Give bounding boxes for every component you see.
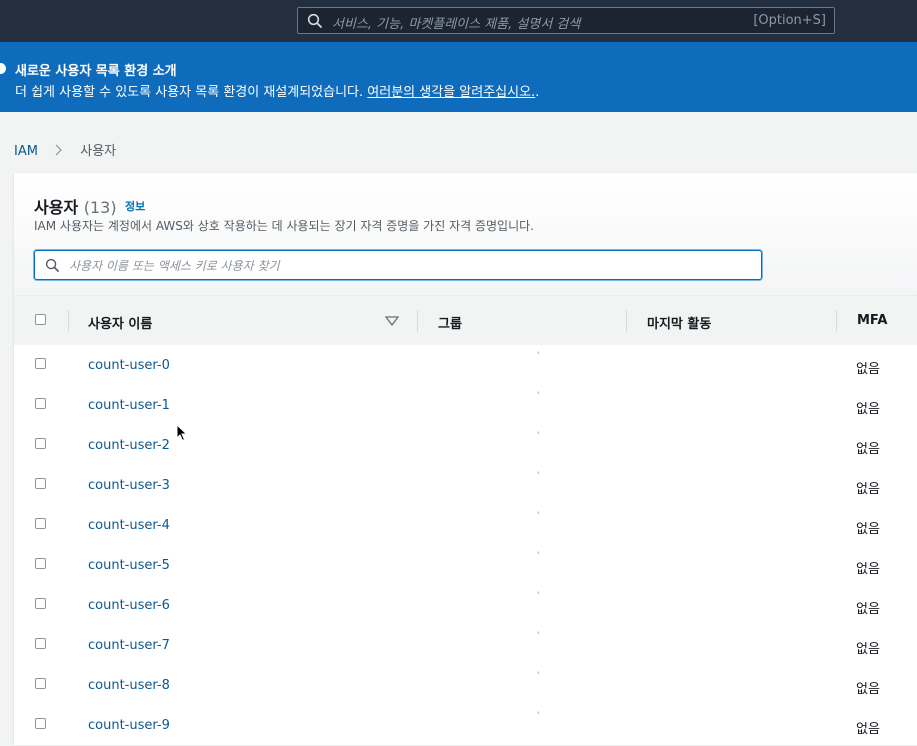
user-groups: ' [537, 431, 540, 441]
table-row: count-user-9 ' 없음 [14, 705, 917, 746]
row-checkbox[interactable] [35, 598, 46, 609]
user-name-link[interactable]: count-user-2 [88, 438, 170, 453]
breadcrumb: IAM 사용자 [14, 140, 116, 159]
banner-message-text: 더 쉽게 사용할 수 있도록 사용자 목록 환경이 재설계되었습니다. [15, 85, 368, 100]
user-mfa: 없음 [856, 482, 880, 497]
banner-message: 더 쉽게 사용할 수 있도록 사용자 목록 환경이 재설계되었습니다. 여러분의… [15, 81, 539, 100]
search-shortcut-hint: [Option+S] [753, 13, 826, 28]
top-navigation-bar: 서비스, 기능, 마켓플레이스 제품, 설명서 검색 [Option+S] [0, 0, 917, 43]
user-groups: ' [537, 391, 540, 401]
user-filter-input[interactable] [67, 255, 751, 277]
search-icon [45, 258, 59, 272]
table-row: count-user-2 ' 없음 [14, 425, 917, 466]
user-name-link[interactable]: count-user-5 [88, 558, 170, 573]
user-groups: ' [537, 471, 540, 481]
user-mfa: 없음 [856, 642, 880, 657]
user-mfa: 없음 [856, 522, 880, 537]
user-groups: ' [537, 351, 540, 361]
user-name-link[interactable]: count-user-7 [88, 638, 170, 653]
user-mfa: 없음 [856, 442, 880, 457]
sort-descending-icon[interactable] [385, 316, 399, 326]
user-groups: ' [537, 671, 540, 681]
user-name-link[interactable]: count-user-1 [88, 398, 170, 413]
column-header-groups[interactable]: 그룹 [438, 313, 462, 332]
user-count: (13) [83, 198, 117, 217]
user-mfa: 없음 [856, 682, 880, 697]
column-divider [626, 310, 627, 332]
user-mfa: 없음 [856, 562, 880, 577]
banner-title: 새로운 사용자 목록 환경 소개 [15, 64, 177, 79]
user-groups: ' [537, 551, 540, 561]
table-row: count-user-4 ' 없음 [14, 505, 917, 546]
user-name-link[interactable]: count-user-9 [88, 718, 170, 733]
column-header-last-activity[interactable]: 마지막 활동 [647, 313, 711, 332]
column-divider [417, 310, 418, 332]
users-panel-header: 사용자 (13) 정보 IAM 사용자는 계정에서 AWS와 상호 작용하는 데… [14, 173, 917, 295]
user-name-link[interactable]: count-user-4 [88, 518, 170, 533]
page-title-text: 사용자 [34, 198, 79, 217]
user-groups: ' [537, 711, 540, 721]
table-row: count-user-8 ' 없음 [14, 665, 917, 706]
chevron-right-icon [55, 144, 62, 156]
user-mfa: 없음 [856, 362, 880, 377]
table-row: count-user-5 ' 없음 [14, 545, 917, 586]
user-groups: ' [537, 631, 540, 641]
column-divider [68, 310, 69, 332]
column-divider [836, 310, 837, 332]
banner-message-trailing: . [535, 85, 540, 100]
row-checkbox[interactable] [35, 438, 46, 449]
user-mfa: 없음 [856, 402, 880, 417]
user-groups: ' [537, 591, 540, 601]
feedback-link[interactable]: 여러분의 생각을 알려주십시오. [367, 85, 535, 100]
row-checkbox[interactable] [35, 358, 46, 369]
table-row: count-user-7 ' 없음 [14, 625, 917, 666]
row-checkbox[interactable] [35, 638, 46, 649]
users-table-header: 사용자 이름 그룹 마지막 활동 MFA [14, 295, 917, 346]
mouse-cursor-icon [176, 424, 188, 442]
global-search-placeholder: 서비스, 기능, 마켓플레이스 제품, 설명서 검색 [332, 17, 581, 32]
table-row: count-user-0 ' 없음 [14, 345, 917, 386]
column-header-username[interactable]: 사용자 이름 [88, 313, 152, 332]
info-banner: 새로운 사용자 목록 환경 소개 더 쉽게 사용할 수 있도록 사용자 목록 환… [0, 42, 917, 112]
user-name-link[interactable]: count-user-3 [88, 478, 170, 493]
select-all-checkbox[interactable] [35, 314, 46, 325]
user-name-link[interactable]: count-user-8 [88, 678, 170, 693]
table-row: count-user-6 ' 없음 [14, 585, 917, 626]
info-icon [0, 63, 6, 74]
breadcrumb-iam-link[interactable]: IAM [14, 144, 38, 159]
user-name-link[interactable]: count-user-0 [88, 358, 170, 373]
user-name-link[interactable]: count-user-6 [88, 598, 170, 613]
row-checkbox[interactable] [35, 478, 46, 489]
column-header-mfa[interactable]: MFA [857, 313, 887, 328]
row-checkbox[interactable] [35, 558, 46, 569]
row-checkbox[interactable] [35, 718, 46, 729]
user-filter-box[interactable] [34, 250, 762, 280]
page-description: IAM 사용자는 계정에서 AWS와 상호 작용하는 데 사용되는 장기 자격 … [34, 219, 534, 233]
row-checkbox[interactable] [35, 398, 46, 409]
breadcrumb-current: 사용자 [80, 144, 117, 159]
user-groups: ' [537, 511, 540, 521]
info-link[interactable]: 정보 [125, 198, 145, 214]
row-checkbox[interactable] [35, 518, 46, 529]
global-search-box[interactable]: 서비스, 기능, 마켓플레이스 제품, 설명서 검색 [Option+S] [297, 7, 835, 34]
search-icon [307, 13, 322, 28]
page-title: 사용자 (13) [34, 194, 117, 218]
row-checkbox[interactable] [35, 678, 46, 689]
table-row: count-user-1 ' 없음 [14, 385, 917, 426]
table-row: count-user-3 ' 없음 [14, 465, 917, 506]
user-mfa: 없음 [856, 722, 880, 737]
users-panel: 사용자 (13) 정보 IAM 사용자는 계정에서 AWS와 상호 작용하는 데… [14, 173, 917, 746]
user-mfa: 없음 [856, 602, 880, 617]
